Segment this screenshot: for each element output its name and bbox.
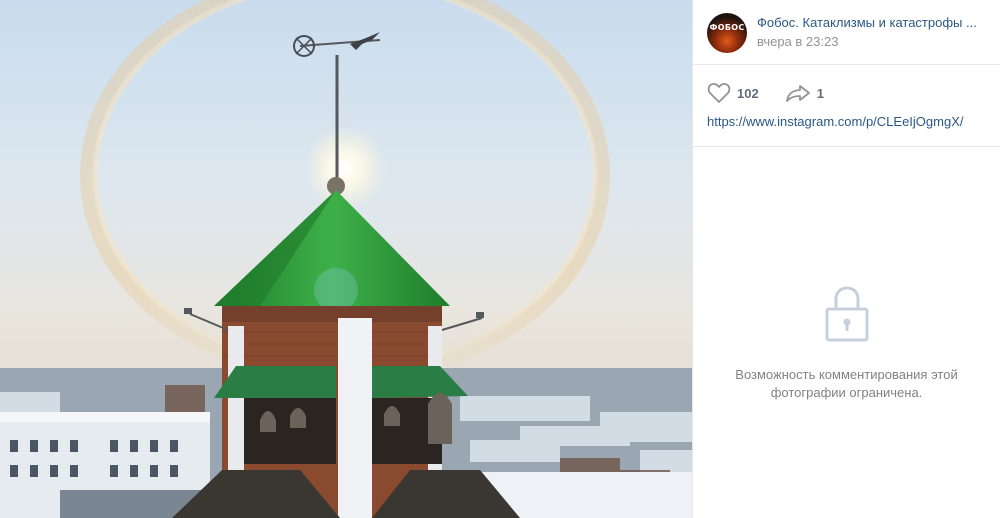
photo-viewer: ФОБОС Фобос. Катаклизмы и катастрофы ...… [0, 0, 1000, 518]
post-header: ФОБОС Фобос. Катаклизмы и катастрофы ...… [693, 0, 1000, 64]
comments-restricted: Возможность комментирования этой фотогра… [693, 285, 1000, 402]
post-link[interactable]: https://www.instagram.com/p/CLEeIjOgmgX/ [693, 103, 1000, 131]
comments-restricted-message: Возможность комментирования этой фотогра… [735, 367, 958, 400]
author-name[interactable]: Фобос. Катаклизмы и катастрофы ... [757, 15, 986, 31]
author-avatar[interactable]: ФОБОС [707, 13, 747, 53]
post-date[interactable]: вчера в 23:23 [757, 33, 986, 51]
post-photo[interactable] [0, 0, 692, 518]
lock-icon [825, 286, 868, 342]
share-button[interactable]: 1 [785, 83, 824, 103]
post-sidebar: ФОБОС Фобос. Катаклизмы и катастрофы ...… [692, 0, 1000, 518]
photo-scene [0, 0, 692, 518]
post-actions: 102 1 [693, 65, 1000, 103]
share-count: 1 [816, 85, 824, 101]
like-count: 102 [737, 85, 759, 101]
share-arrow-icon [785, 85, 810, 102]
comments-divider [693, 146, 1000, 147]
avatar-logo-text: ФОБОС [709, 23, 745, 32]
heart-icon [707, 83, 731, 103]
like-button[interactable]: 102 [707, 82, 759, 104]
post-meta: Фобос. Катаклизмы и катастрофы ... вчера… [757, 15, 986, 51]
